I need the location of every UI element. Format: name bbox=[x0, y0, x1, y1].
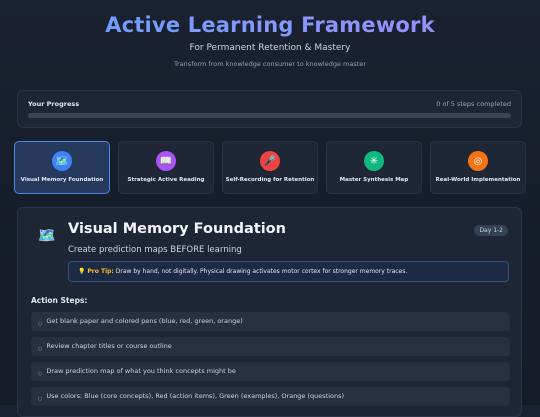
step-card-label: Self-Recording for Retention bbox=[225, 177, 315, 183]
book-icon: 📖 bbox=[156, 151, 176, 171]
map-icon: 🗺️ bbox=[38, 228, 56, 244]
progress-bar bbox=[28, 113, 511, 118]
action-step-text: Review chapter titles or course outline bbox=[46, 342, 172, 350]
bullet-icon: ○ bbox=[38, 371, 43, 377]
step-card-label: Visual Memory Foundation bbox=[20, 177, 104, 183]
day-badge: Day 1-2 bbox=[474, 225, 508, 236]
step-detail-panel: 🗺️ Visual Memory Foundation Day 1-2 Crea… bbox=[17, 207, 522, 417]
action-step-text: Draw prediction map of what you think co… bbox=[46, 367, 236, 375]
action-step-item[interactable]: ○ Review chapter titles or course outline bbox=[31, 337, 510, 356]
microphone-icon: 🎤 bbox=[260, 151, 280, 171]
bullet-icon: ○ bbox=[38, 321, 43, 327]
page-title: Active Learning Framework bbox=[0, 13, 540, 37]
progress-label: Your Progress bbox=[28, 100, 80, 108]
step-card-synthesis-map[interactable]: ✳ Master Synthesis Map bbox=[326, 141, 422, 194]
action-step-text: Use colors: Blue (core concepts), Red (a… bbox=[46, 392, 345, 400]
action-step-item[interactable]: ○ Draw prediction map of what you think c… bbox=[31, 362, 510, 381]
action-step-item[interactable]: ○ Get blank paper and colored pens (blue,… bbox=[31, 312, 510, 331]
page-tagline: Transform from knowledge consumer to kno… bbox=[174, 60, 366, 68]
lightbulb-icon: 💡 bbox=[78, 268, 86, 275]
pro-tip-box: 💡 Pro Tip: Draw by hand, not digitally. … bbox=[68, 261, 509, 282]
bullet-icon: ○ bbox=[38, 396, 43, 402]
network-icon: ✳ bbox=[364, 151, 384, 171]
target-icon: ◎ bbox=[468, 151, 488, 171]
step-card-label: Master Synthesis Map bbox=[339, 177, 409, 183]
action-steps-heading: Action Steps: bbox=[31, 296, 88, 305]
pro-tip-text: Draw by hand, not digitally. Physical dr… bbox=[115, 268, 408, 275]
progress-panel: Your Progress 0 of 5 steps completed bbox=[17, 90, 522, 128]
step-card-active-reading[interactable]: 📖 Strategic Active Reading bbox=[118, 141, 214, 194]
step-card-implementation[interactable]: ◎ Real-World Implementation bbox=[430, 141, 526, 194]
action-step-text: Get blank paper and colored pens (blue, … bbox=[46, 317, 243, 325]
step-card-label: Real-World Implementation bbox=[435, 177, 521, 183]
progress-status: 0 of 5 steps completed bbox=[436, 100, 511, 108]
page-subtitle: For Permanent Retention & Mastery bbox=[189, 43, 351, 53]
step-card-label: Strategic Active Reading bbox=[127, 177, 205, 183]
action-step-item[interactable]: ○ Use colors: Blue (core concepts), Red (… bbox=[31, 387, 510, 406]
step-cards: 🗺️ Visual Memory Foundation 📖 Strategic … bbox=[14, 141, 526, 194]
bullet-icon: ○ bbox=[38, 346, 43, 352]
header: Active Learning Framework For Permanent … bbox=[0, 0, 540, 68]
map-icon: 🗺️ bbox=[52, 151, 72, 171]
pro-tip-label: Pro Tip: bbox=[87, 268, 114, 275]
step-card-visual-memory[interactable]: 🗺️ Visual Memory Foundation bbox=[14, 141, 110, 194]
step-detail-title: Visual Memory Foundation bbox=[68, 221, 286, 237]
step-card-self-recording[interactable]: 🎤 Self-Recording for Retention bbox=[222, 141, 318, 194]
step-detail-subtitle: Create prediction maps BEFORE learning bbox=[68, 245, 242, 255]
